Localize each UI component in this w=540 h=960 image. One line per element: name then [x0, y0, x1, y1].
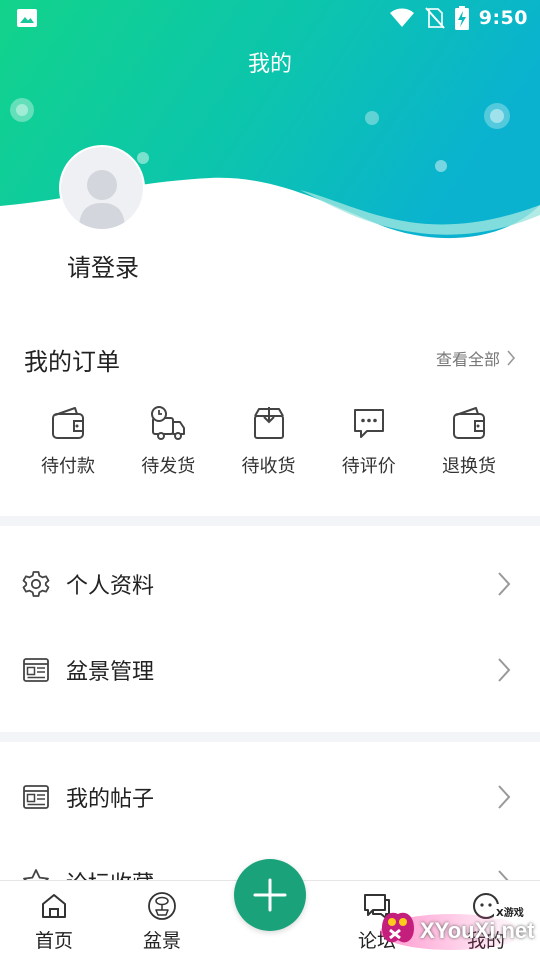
comment-icon: [353, 409, 384, 438]
order-status-row: 待付款 待发货 待收货 待评价 退换货: [20, 404, 517, 478]
chevron-right-icon: [498, 572, 511, 596]
status-right-group: 9:50: [389, 6, 528, 30]
wifi-icon: [389, 8, 414, 27]
battery-charging-icon: [454, 6, 469, 30]
menu-item-my-posts[interactable]: 我的帖子: [0, 761, 540, 833]
view-all-label: 查看全部: [435, 350, 500, 369]
id-card-icon: [23, 658, 49, 682]
wallet-icon: [52, 407, 84, 439]
menu-item-label: 盆景管理: [66, 660, 155, 685]
gear-icon: [22, 571, 50, 597]
order-pending-shipment[interactable]: 待发货: [120, 404, 216, 478]
menu-item-label: 个人资料: [66, 574, 155, 599]
order-pending-review[interactable]: 待评价: [321, 404, 417, 478]
bonsai-icon: [148, 892, 176, 920]
tab-home[interactable]: 首页: [14, 891, 94, 953]
order-pending-receipt[interactable]: 待收货: [221, 404, 317, 478]
order-item-label: 待评价: [341, 456, 396, 477]
watermark-brand: XYouXi.net: [420, 918, 535, 943]
plus-icon: [253, 878, 287, 912]
watermark-top-text: X游戏: [494, 904, 526, 919]
default-avatar-icon[interactable]: [59, 145, 145, 231]
order-item-label: 待付款: [41, 456, 95, 477]
truck-icon: [151, 406, 186, 440]
menu-item-bonsai-management[interactable]: 盆景管理: [0, 634, 540, 706]
tab-bonsai[interactable]: 盆景: [122, 891, 202, 953]
no-sim-icon: [424, 7, 445, 29]
order-pending-payment[interactable]: 待付款: [20, 404, 116, 478]
inbox-icon: [253, 407, 284, 439]
chevron-right-icon: [498, 785, 511, 809]
home-icon: [42, 894, 66, 918]
order-returns[interactable]: 退换货: [421, 404, 517, 478]
order-item-label: 待发货: [141, 456, 196, 477]
image-icon: [17, 9, 37, 27]
chevron-right-icon: [498, 658, 511, 682]
site-watermark: X游戏 XYouXi.net: [372, 888, 540, 954]
add-post-button[interactable]: [234, 859, 306, 931]
section-divider: [0, 732, 540, 742]
page-title: 我的: [247, 52, 292, 77]
wallet-icon: [453, 407, 485, 439]
tab-label: 盆景: [142, 930, 181, 952]
orders-section-title: 我的订单: [24, 348, 120, 376]
id-card-icon: [23, 785, 49, 809]
chevron-right-icon: [507, 350, 516, 366]
status-bar: 9:50: [0, 0, 540, 36]
tab-label: 首页: [34, 930, 73, 952]
status-time: 9:50: [478, 7, 528, 29]
section-divider: [0, 516, 540, 526]
order-item-label: 退换货: [442, 456, 496, 477]
menu-item-label: 我的帖子: [66, 787, 155, 812]
menu-item-profile[interactable]: 个人资料: [0, 548, 540, 620]
login-prompt[interactable]: 请登录: [67, 248, 139, 283]
order-item-label: 待收货: [241, 456, 296, 477]
view-all-orders-link[interactable]: 查看全部: [436, 346, 516, 370]
